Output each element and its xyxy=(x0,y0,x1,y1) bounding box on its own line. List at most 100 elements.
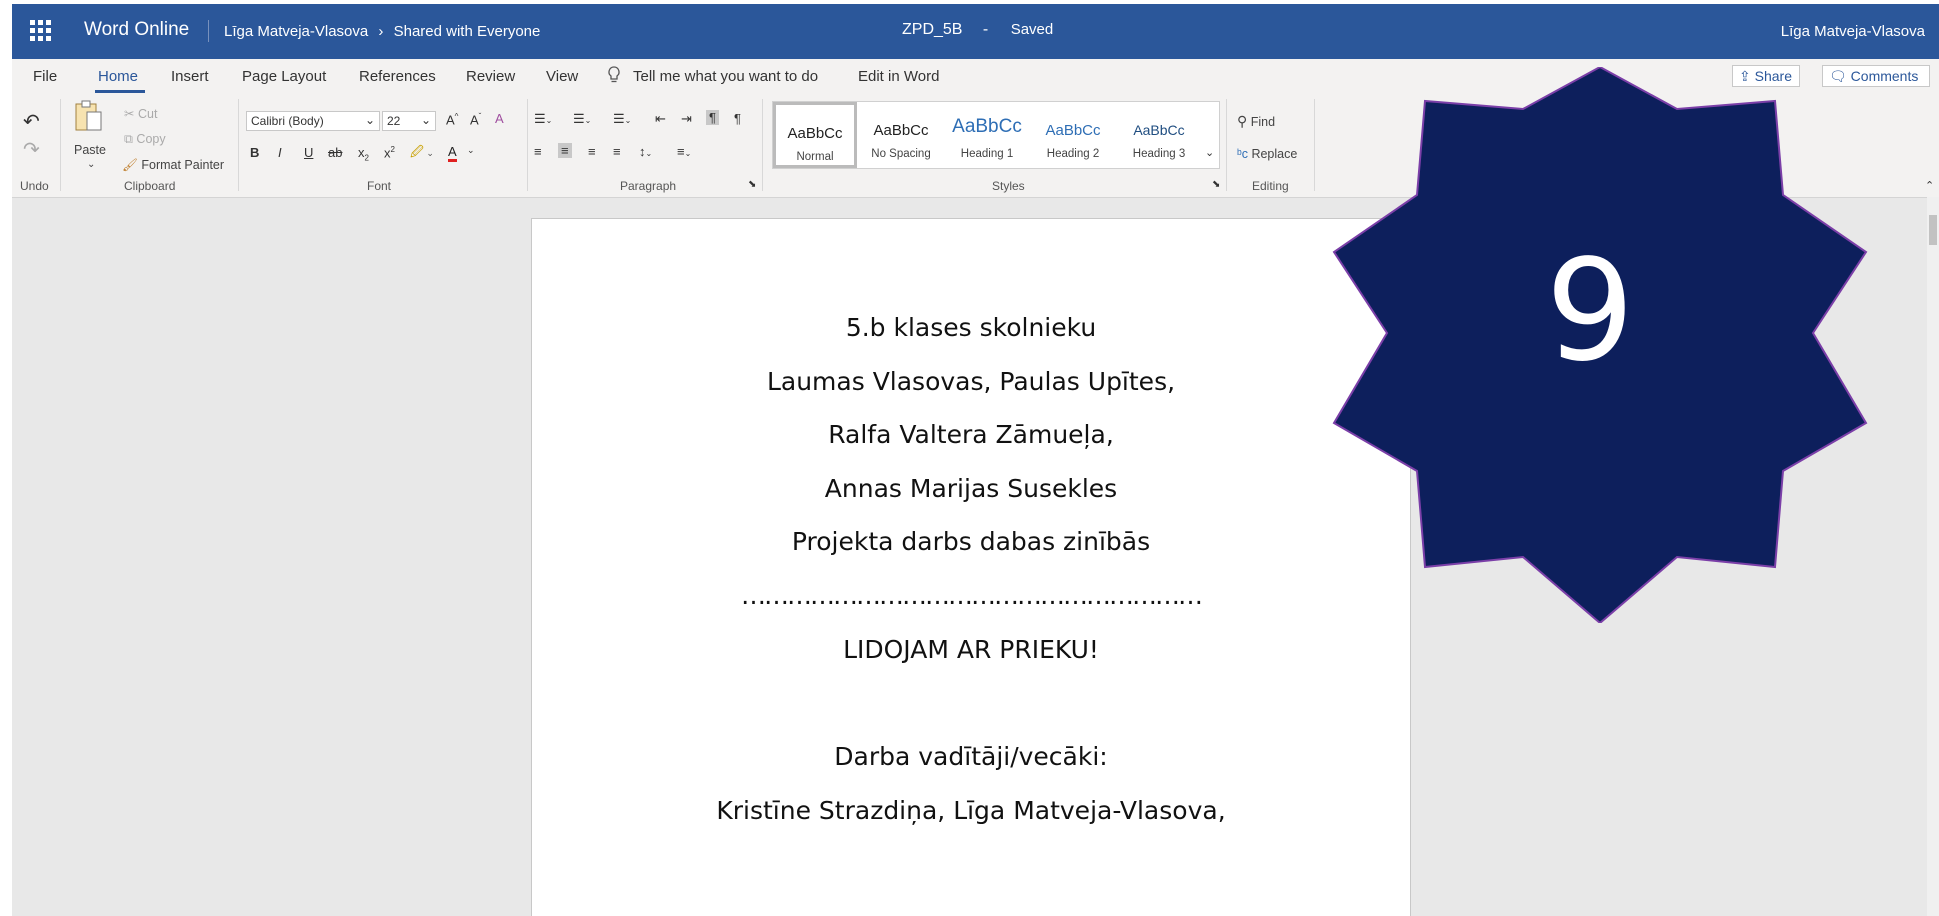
decrease-indent-icon[interactable]: ⇤ xyxy=(655,111,666,127)
search-icon: ⚲ xyxy=(1237,113,1248,129)
tab-page-layout[interactable]: Page Layout xyxy=(242,68,326,85)
scrollbar-thumb[interactable] xyxy=(1929,215,1937,245)
lightbulb-icon xyxy=(608,66,620,83)
paragraph-spacing-icon[interactable]: ≡⌄ xyxy=(677,144,691,159)
strikethrough-icon[interactable]: ab xyxy=(328,145,342,160)
document-title[interactable]: ZPD_5B - Saved xyxy=(902,21,1053,39)
scroll-up-arrow[interactable] xyxy=(1927,176,1939,192)
breadcrumb-owner[interactable]: Līga Matveja-Vlasova xyxy=(224,23,368,40)
rtl-paragraph-icon[interactable]: ¶ xyxy=(734,111,741,126)
tab-review[interactable]: Review xyxy=(466,68,515,85)
undo-group-label: Undo xyxy=(20,179,49,193)
chevron-down-icon[interactable]: ⌄ xyxy=(467,145,475,156)
save-status: Saved xyxy=(1010,21,1054,38)
font-family-select[interactable]: Calibri (Body) ⌄ xyxy=(246,111,380,131)
document-page[interactable]: 5.b klases skolnieku Laumas Vlasovas, Pa… xyxy=(531,218,1411,916)
font-group-label: Font xyxy=(367,179,392,193)
line-spacing-icon[interactable]: ↕⌄ xyxy=(639,144,652,159)
style-name: No Spacing xyxy=(871,148,931,160)
style-heading-1[interactable]: AaBbCc Heading 1 xyxy=(945,102,1029,168)
edit-in-word-button[interactable]: Edit in Word xyxy=(858,68,939,85)
group-divider xyxy=(60,99,61,191)
format-painter-button[interactable]: 🖌 Format Painter xyxy=(122,158,224,173)
chevron-down-icon[interactable]: ⌄ xyxy=(1205,146,1214,159)
increase-indent-icon[interactable]: ⇥ xyxy=(681,111,692,127)
user-name[interactable]: Līga Matveja-Vlasova xyxy=(1781,23,1925,40)
tell-me-search[interactable]: Tell me what you want to do xyxy=(633,68,818,85)
bullets-icon[interactable]: ☰⌄ xyxy=(534,111,552,127)
bold-icon[interactable]: B xyxy=(250,145,259,160)
subscript-icon[interactable]: x2 xyxy=(358,145,369,163)
app-name[interactable]: Word Online xyxy=(84,19,189,41)
font-color-icon[interactable]: A xyxy=(448,145,457,162)
app-launcher-icon[interactable] xyxy=(30,20,52,42)
copy-button[interactable]: ⧉ Copy xyxy=(124,132,166,147)
document-name[interactable]: ZPD_5B xyxy=(902,21,962,38)
doc-line[interactable]: Laumas Vlasovas, Paulas Upītes, xyxy=(532,367,1410,396)
dialog-launcher-icon[interactable]: ⬊ xyxy=(1212,179,1220,190)
vertical-scrollbar[interactable] xyxy=(1927,197,1939,916)
paste-icon[interactable] xyxy=(74,99,104,133)
redo-icon[interactable]: ↷ xyxy=(23,137,40,162)
doc-line[interactable]: Darba vadītāji/vecāki: xyxy=(532,742,1410,771)
replace-button[interactable]: ᵇc Replace xyxy=(1237,147,1297,161)
cut-button[interactable]: ✂ Cut xyxy=(124,106,157,121)
scissors-icon: ✂ xyxy=(124,107,135,121)
doc-line[interactable]: LIDOJAM AR PRIEKU! xyxy=(532,635,1410,664)
chevron-down-icon[interactable]: ⌄ xyxy=(87,159,95,170)
tab-view[interactable]: View xyxy=(546,68,578,85)
clear-formatting-icon[interactable]: A xyxy=(495,111,504,126)
align-left-icon[interactable]: ≡ xyxy=(534,144,542,159)
chevron-down-icon: ⌄ xyxy=(420,113,431,127)
find-button[interactable]: ⚲ Find xyxy=(1237,113,1275,130)
align-right-icon[interactable]: ≡ xyxy=(588,144,596,159)
copy-label: Copy xyxy=(136,132,166,146)
tab-home[interactable]: Home xyxy=(98,68,138,85)
doc-line[interactable]: Annas Marijas Susekles xyxy=(532,474,1410,503)
numbering-icon[interactable]: ☰⌄ xyxy=(573,111,591,127)
font-size-select[interactable]: 22 ⌄ xyxy=(382,111,436,131)
group-divider xyxy=(762,99,763,191)
underline-icon[interactable]: U xyxy=(304,145,313,160)
header-divider xyxy=(208,20,209,42)
superscript-icon[interactable]: x2 xyxy=(384,145,395,160)
breadcrumb: Līga Matveja-Vlasova › Shared with Every… xyxy=(224,23,540,40)
badge-number: 9 xyxy=(1545,230,1635,393)
paste-label[interactable]: Paste xyxy=(74,143,106,157)
replace-icon: ᵇc xyxy=(1237,147,1248,161)
title-separator: - xyxy=(982,21,989,38)
format-painter-label: Format Painter xyxy=(141,158,225,172)
clipboard-group-label: Clipboard xyxy=(124,179,176,193)
copy-icon: ⧉ xyxy=(124,132,133,146)
italic-icon[interactable]: I xyxy=(278,145,282,160)
align-center-icon[interactable]: ≡ xyxy=(558,143,572,158)
style-preview: AaBbCc xyxy=(1133,122,1185,138)
ltr-paragraph-icon[interactable]: ¶ xyxy=(706,110,719,125)
grow-font-icon[interactable]: A^ xyxy=(446,112,458,127)
dialog-launcher-icon[interactable]: ⬊ xyxy=(748,179,756,190)
shrink-font-icon[interactable]: Aˇ xyxy=(470,112,481,127)
doc-line[interactable]: Kristīne Strazdiņa, Līga Matveja-Vlasova… xyxy=(532,796,1410,825)
style-heading-2[interactable]: AaBbCc Heading 2 xyxy=(1031,102,1115,168)
style-preview: AaBbCc xyxy=(873,122,929,139)
doc-line[interactable]: 5.b klases skolnieku xyxy=(532,313,1410,342)
doc-line[interactable]: Ralfa Valtera Zāmueļa, xyxy=(532,420,1410,449)
tab-references[interactable]: References xyxy=(359,68,436,85)
style-normal[interactable]: AaBbCc Normal xyxy=(773,102,857,168)
font-family-value: Calibri (Body) xyxy=(251,114,324,128)
tab-insert[interactable]: Insert xyxy=(171,68,209,85)
style-name: Heading 3 xyxy=(1132,148,1186,160)
doc-line[interactable]: Projekta darbs dabas zinībās xyxy=(532,527,1410,556)
style-no-spacing[interactable]: AaBbCc No Spacing xyxy=(859,102,943,168)
multilevel-list-icon[interactable]: ☰⌄ xyxy=(613,111,631,127)
tab-file[interactable]: File xyxy=(33,68,57,85)
style-heading-3[interactable]: AaBbCc Heading 3 xyxy=(1117,102,1201,168)
font-size-value: 22 xyxy=(387,114,401,128)
breadcrumb-location[interactable]: Shared with Everyone xyxy=(394,23,541,40)
group-divider xyxy=(238,99,239,191)
highlight-icon[interactable]: 🖉 ⌄ xyxy=(410,143,434,165)
doc-separator-line[interactable]: …………………………………………………… xyxy=(532,581,1410,610)
justify-icon[interactable]: ≡ xyxy=(613,144,621,159)
undo-icon[interactable]: ↶ xyxy=(23,109,40,134)
style-preview: AaBbCc xyxy=(787,125,843,142)
